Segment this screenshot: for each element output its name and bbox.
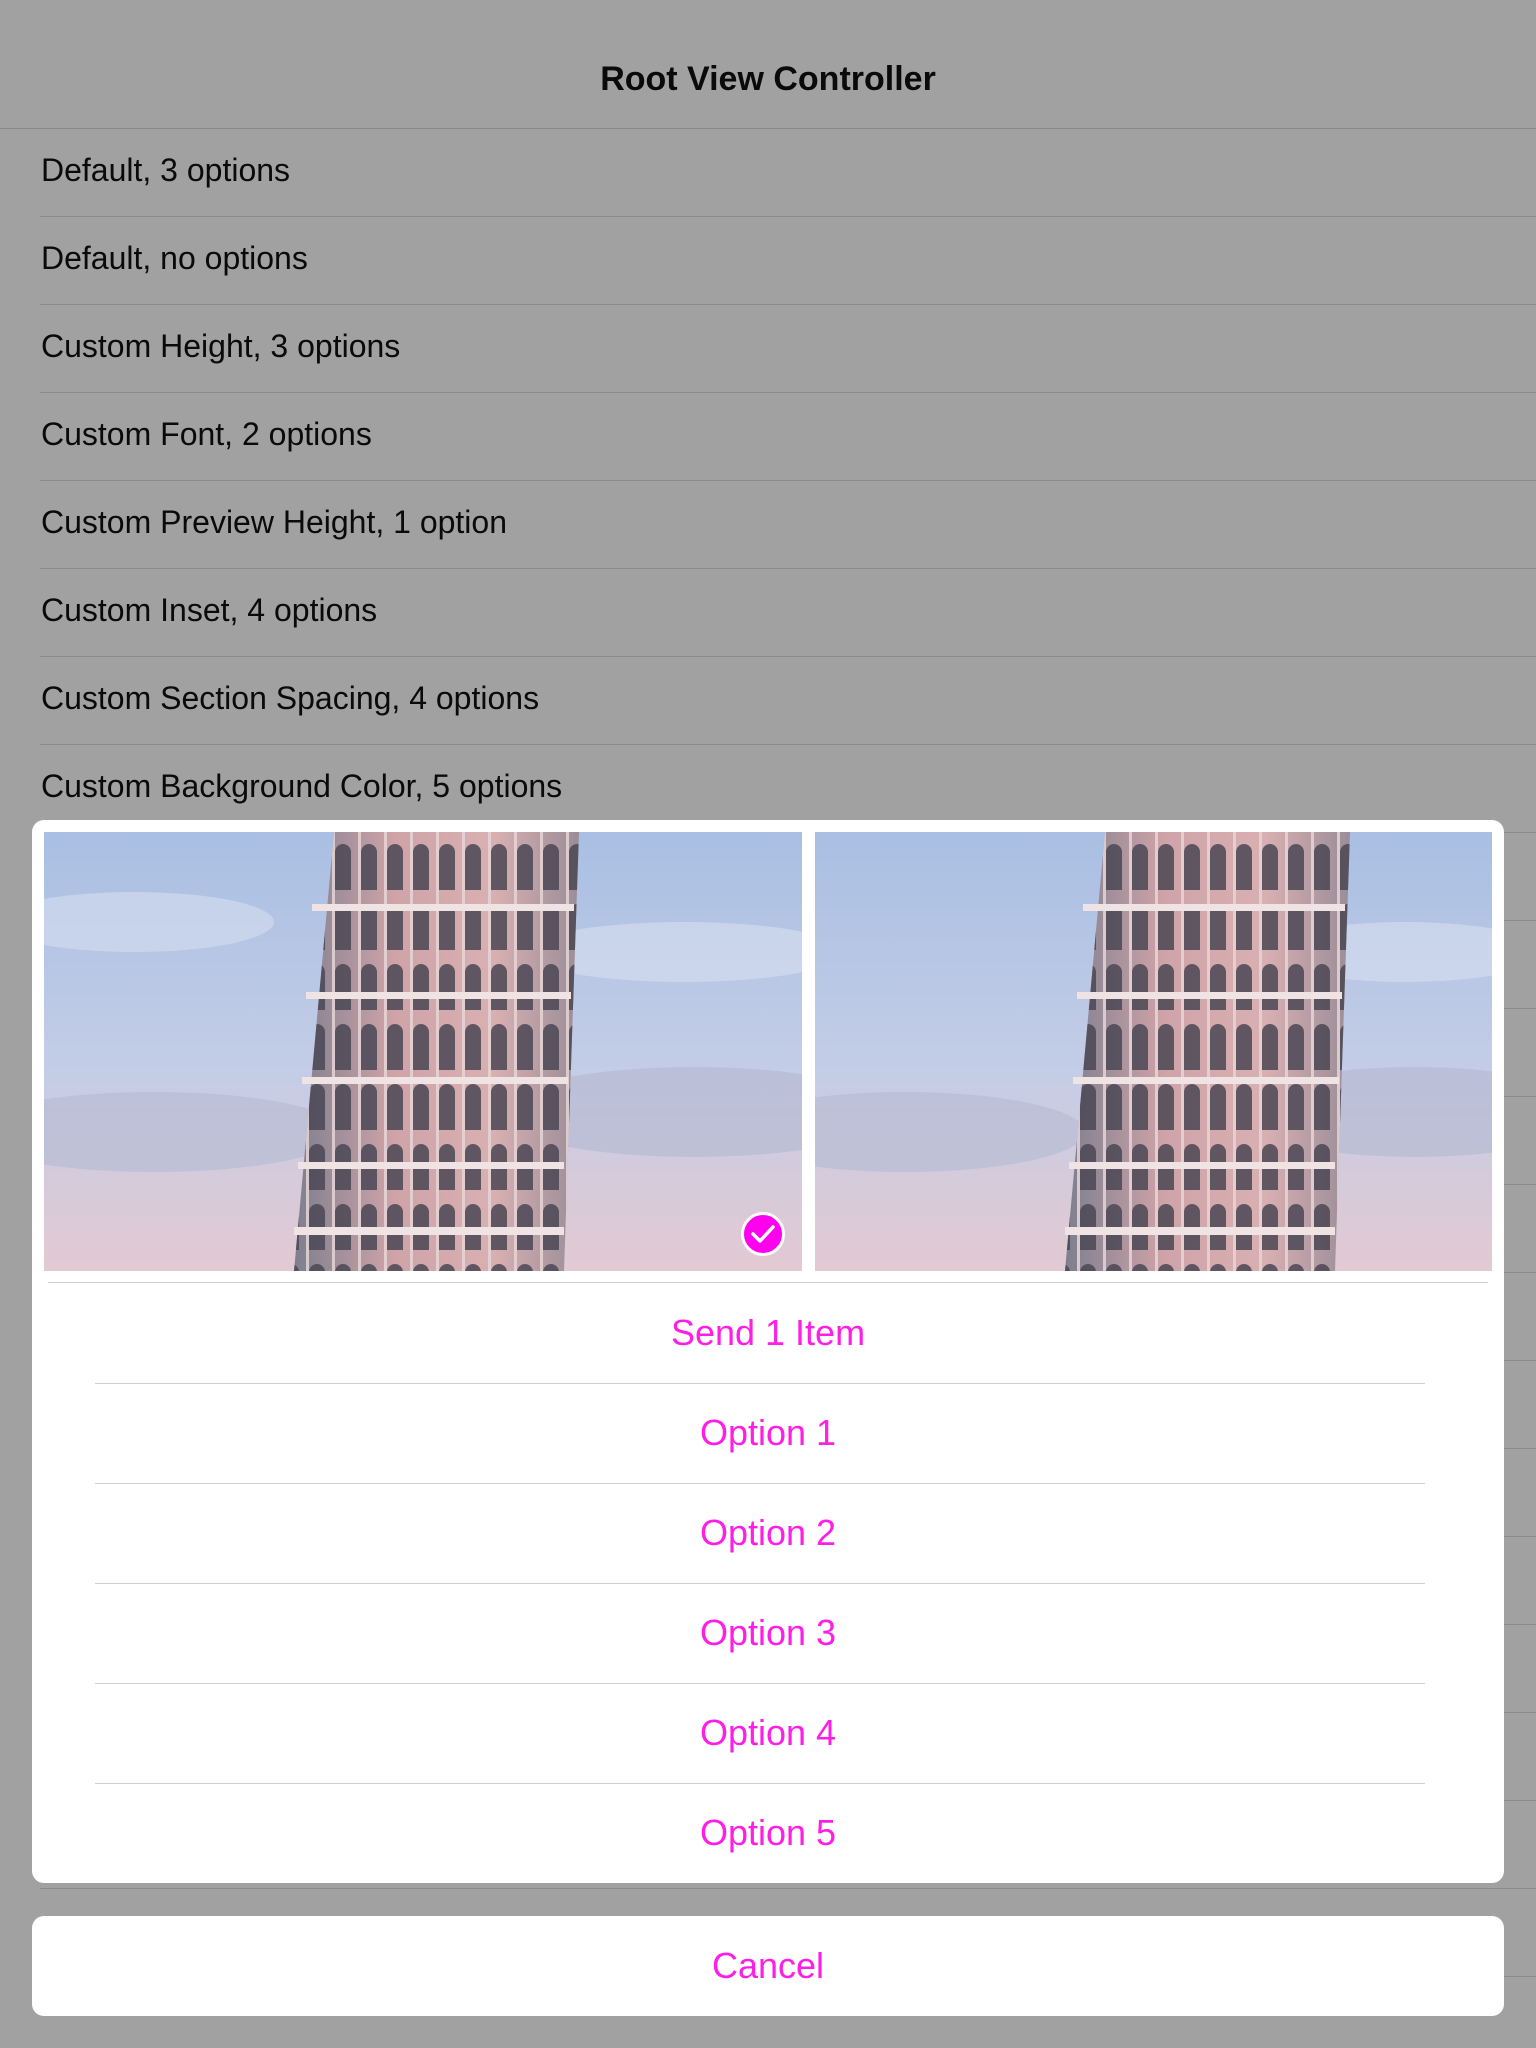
navigation-bar: Root View Controller: [0, 0, 1536, 129]
tower-photo-image: [815, 832, 1492, 1271]
cancel-button[interactable]: Cancel: [32, 1916, 1504, 2016]
row-label: Default, 3 options: [41, 152, 291, 188]
nav-title: Root View Controller: [600, 60, 936, 98]
table-row[interactable]: Default, no options: [40, 217, 1536, 305]
image-preview-strip: [44, 832, 1492, 1271]
row-label: Custom Section Spacing, 4 options: [41, 680, 540, 716]
table-row[interactable]: Custom Inset, 4 options: [40, 569, 1536, 657]
selected-checkmark-icon: [741, 1212, 785, 1256]
table-row[interactable]: Custom Font, 2 options: [40, 393, 1536, 481]
tower-photo-image: [44, 832, 802, 1271]
row-label: Custom Preview Height, 1 option: [41, 504, 507, 540]
option-2-button[interactable]: Option 2: [32, 1483, 1504, 1583]
option-3-button[interactable]: Option 3: [32, 1583, 1504, 1683]
photo-thumbnail[interactable]: [44, 832, 802, 1271]
action-list: Send 1 Item Option 1 Option 2 Option 3 O…: [32, 1283, 1504, 1883]
option-1-button[interactable]: Option 1: [32, 1383, 1504, 1483]
send-item-button[interactable]: Send 1 Item: [32, 1283, 1504, 1383]
row-label: Default, no options: [41, 240, 308, 276]
table-row[interactable]: Custom Preview Height, 1 option: [40, 481, 1536, 569]
photo-thumbnail[interactable]: [815, 832, 1492, 1271]
option-5-button[interactable]: Option 5: [32, 1783, 1504, 1883]
action-sheet: Send 1 Item Option 1 Option 2 Option 3 O…: [32, 820, 1504, 1883]
row-label: Custom Background Color, 5 options: [41, 768, 563, 804]
option-4-button[interactable]: Option 4: [32, 1683, 1504, 1783]
row-label: Custom Inset, 4 options: [41, 592, 378, 628]
row-label: Custom Height, 3 options: [41, 328, 401, 364]
table-row[interactable]: Custom Section Spacing, 4 options: [40, 657, 1536, 745]
row-label: Custom Font, 2 options: [41, 416, 372, 452]
screen: Root View Controller Default, 3 options …: [0, 0, 1536, 2048]
table-row[interactable]: Default, 3 options: [40, 129, 1536, 217]
table-row[interactable]: Custom Height, 3 options: [40, 305, 1536, 393]
